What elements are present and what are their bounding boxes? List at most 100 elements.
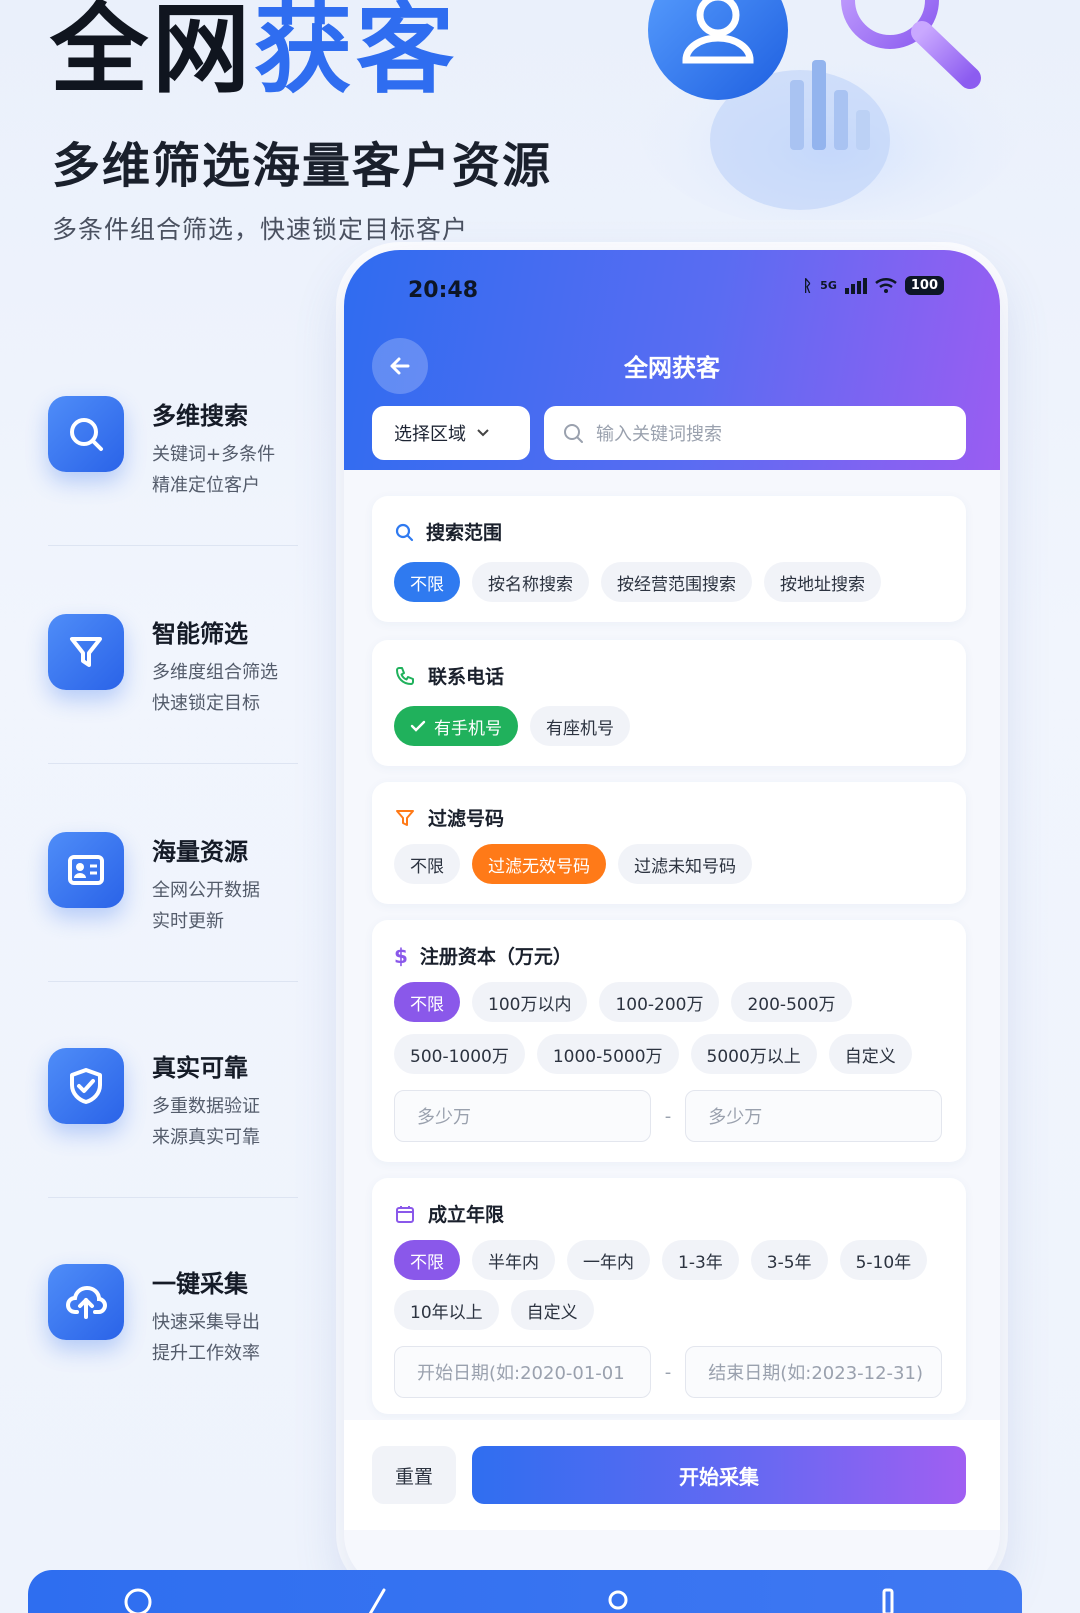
chip-option[interactable]: 自定义 bbox=[828, 1034, 912, 1074]
chip-option[interactable]: 5-10年 bbox=[839, 1240, 928, 1280]
bluetooth-icon: ᚱ bbox=[802, 276, 813, 295]
card-contact-phone: 联系电话 有手机号 有座机号 bbox=[372, 640, 966, 766]
phone-icon bbox=[396, 666, 414, 685]
chip-label: 有手机号 bbox=[434, 718, 502, 739]
range-separator: - bbox=[664, 1105, 672, 1127]
chip-option[interactable]: 按名称搜索 bbox=[472, 562, 589, 602]
feature-line: 全网公开数据 bbox=[152, 880, 260, 901]
capital-min-input[interactable]: 多少万 bbox=[394, 1090, 651, 1142]
card-header: $ 注册资本（万元） bbox=[394, 942, 572, 969]
divider bbox=[48, 981, 298, 982]
id-card-icon bbox=[48, 832, 124, 908]
network-label: 5G bbox=[820, 279, 837, 292]
range-separator: - bbox=[664, 1361, 672, 1383]
reset-button[interactable]: 重置 bbox=[372, 1446, 456, 1504]
wifi-icon bbox=[875, 277, 897, 293]
chip-option[interactable]: 按经营范围搜索 bbox=[601, 562, 752, 602]
feature-mass-resources: 海量资源 全网公开数据 实时更新 bbox=[48, 832, 298, 962]
chip-option[interactable]: 不限 bbox=[394, 982, 460, 1022]
search-placeholder: 输入关键词搜索 bbox=[596, 424, 722, 445]
chip-row: 不限 按名称搜索 按经营范围搜索 按地址搜索 bbox=[394, 562, 881, 602]
card-header: 成立年限 bbox=[394, 1200, 504, 1227]
search-icon bbox=[48, 396, 124, 472]
feature-title: 海量资源 bbox=[152, 838, 248, 866]
chip-option[interactable]: 自定义 bbox=[510, 1290, 594, 1330]
hero-illustration bbox=[640, 0, 1020, 220]
chip-row: 500-1000万 1000-5000万 5000万以上 自定义 bbox=[394, 1034, 912, 1074]
search-icon bbox=[395, 523, 414, 541]
hero-description: 多条件组合筛选，快速锁定目标客户 bbox=[52, 215, 469, 244]
feature-line: 实时更新 bbox=[152, 911, 224, 932]
feature-reliable: 真实可靠 多重数据验证 来源真实可靠 bbox=[48, 1048, 298, 1178]
chip-option[interactable]: 1000-5000万 bbox=[536, 1034, 679, 1074]
app-tab-bar bbox=[28, 1570, 1022, 1613]
tab-icon[interactable] bbox=[598, 1584, 638, 1613]
capital-max-input[interactable]: 多少万 bbox=[685, 1090, 942, 1142]
start-collect-button[interactable]: 开始采集 bbox=[472, 1446, 966, 1504]
feature-line: 精准定位客户 bbox=[152, 475, 260, 496]
card-title: 过滤号码 bbox=[428, 808, 505, 830]
end-date-input[interactable]: 结束日期(如:2023-12-31) bbox=[685, 1346, 942, 1398]
chip-option[interactable]: 有座机号 bbox=[530, 706, 630, 746]
hero-title-accent: 获客 bbox=[254, 0, 459, 107]
card-title: 注册资本（万元） bbox=[419, 946, 572, 968]
chip-option[interactable]: 一年内 bbox=[567, 1240, 650, 1280]
chip-option[interactable]: 10年以上 bbox=[394, 1290, 499, 1330]
card-header: 联系电话 bbox=[394, 662, 504, 689]
feature-smart-filter: 智能筛选 多维度组合筛选 快速锁定目标 bbox=[48, 614, 298, 744]
card-header: 过滤号码 bbox=[394, 804, 504, 831]
chip-row: 不限 半年内 一年内 1-3年 3-5年 5-10年 bbox=[394, 1240, 928, 1280]
status-icons: ᚱ 5G 100 bbox=[803, 276, 944, 295]
region-select[interactable]: 选择区域 bbox=[372, 406, 530, 460]
chip-option[interactable]: 200-500万 bbox=[731, 982, 852, 1022]
chip-option[interactable]: 100万以内 bbox=[472, 982, 588, 1022]
feature-title: 智能筛选 bbox=[152, 620, 248, 648]
chip-row: 10年以上 自定义 bbox=[394, 1290, 594, 1330]
calendar-icon bbox=[396, 1205, 414, 1223]
feature-line: 关键词+多条件 bbox=[152, 444, 276, 465]
filter-icon bbox=[48, 614, 124, 690]
signal-icon bbox=[844, 277, 867, 294]
chip-option[interactable]: 过滤未知号码 bbox=[618, 844, 752, 884]
chip-option[interactable]: 按地址搜索 bbox=[764, 562, 881, 602]
chip-option[interactable]: 5000万以上 bbox=[690, 1034, 817, 1074]
divider bbox=[48, 545, 298, 546]
status-time: 20:48 bbox=[408, 278, 479, 303]
tab-icon[interactable] bbox=[358, 1584, 398, 1613]
phone-mockup: 20:48 ᚱ 5G 100 全网获客 选择区域 输入关键词搜索 搜索范围 不限… bbox=[344, 250, 1000, 1590]
feature-line: 提升工作效率 bbox=[152, 1343, 260, 1364]
tab-icon[interactable] bbox=[118, 1584, 158, 1613]
search-input[interactable]: 输入关键词搜索 bbox=[544, 406, 966, 460]
dollar-icon: $ bbox=[394, 943, 408, 968]
hero-subtitle: 多维筛选海量客户资源 bbox=[52, 138, 553, 194]
chip-option[interactable]: 半年内 bbox=[472, 1240, 555, 1280]
start-date-input[interactable]: 开始日期(如:2020-01-01 bbox=[394, 1346, 651, 1398]
chip-option[interactable]: 100-200万 bbox=[599, 982, 720, 1022]
hero-title: 全网获客 bbox=[50, 0, 458, 100]
feature-line: 快速锁定目标 bbox=[152, 693, 260, 714]
feature-line: 快速采集导出 bbox=[152, 1312, 260, 1333]
tab-icon[interactable] bbox=[868, 1584, 908, 1613]
chip-option[interactable]: 过滤无效号码 bbox=[472, 844, 606, 884]
feature-title: 一键采集 bbox=[152, 1270, 248, 1298]
shield-check-icon bbox=[48, 1048, 124, 1124]
chip-option[interactable]: 3-5年 bbox=[750, 1240, 828, 1280]
chip-option[interactable]: 1-3年 bbox=[662, 1240, 739, 1280]
chip-row: 不限 过滤无效号码 过滤未知号码 bbox=[394, 844, 752, 884]
chip-option[interactable]: 不限 bbox=[394, 844, 460, 884]
chip-option[interactable]: 500-1000万 bbox=[394, 1034, 525, 1074]
hero-title-main: 全网 bbox=[50, 0, 255, 107]
chip-option[interactable]: 有手机号 bbox=[394, 706, 518, 746]
feature-title: 真实可靠 bbox=[152, 1054, 248, 1082]
card-filter-numbers: 过滤号码 不限 过滤无效号码 过滤未知号码 bbox=[372, 782, 966, 904]
feature-multi-search: 多维搜索 关键词+多条件 精准定位客户 bbox=[48, 396, 298, 526]
feature-line: 来源真实可靠 bbox=[152, 1127, 260, 1148]
filter-icon bbox=[396, 809, 414, 826]
capital-range: 多少万 - 多少万 bbox=[394, 1090, 942, 1142]
divider bbox=[48, 1197, 298, 1198]
feature-one-click-collect: 一键采集 快速采集导出 提升工作效率 bbox=[48, 1264, 298, 1394]
chip-option[interactable]: 不限 bbox=[394, 562, 460, 602]
chip-row: 不限 100万以内 100-200万 200-500万 bbox=[394, 982, 852, 1022]
card-search-scope: 搜索范围 不限 按名称搜索 按经营范围搜索 按地址搜索 bbox=[372, 496, 966, 622]
chip-option[interactable]: 不限 bbox=[394, 1240, 460, 1280]
